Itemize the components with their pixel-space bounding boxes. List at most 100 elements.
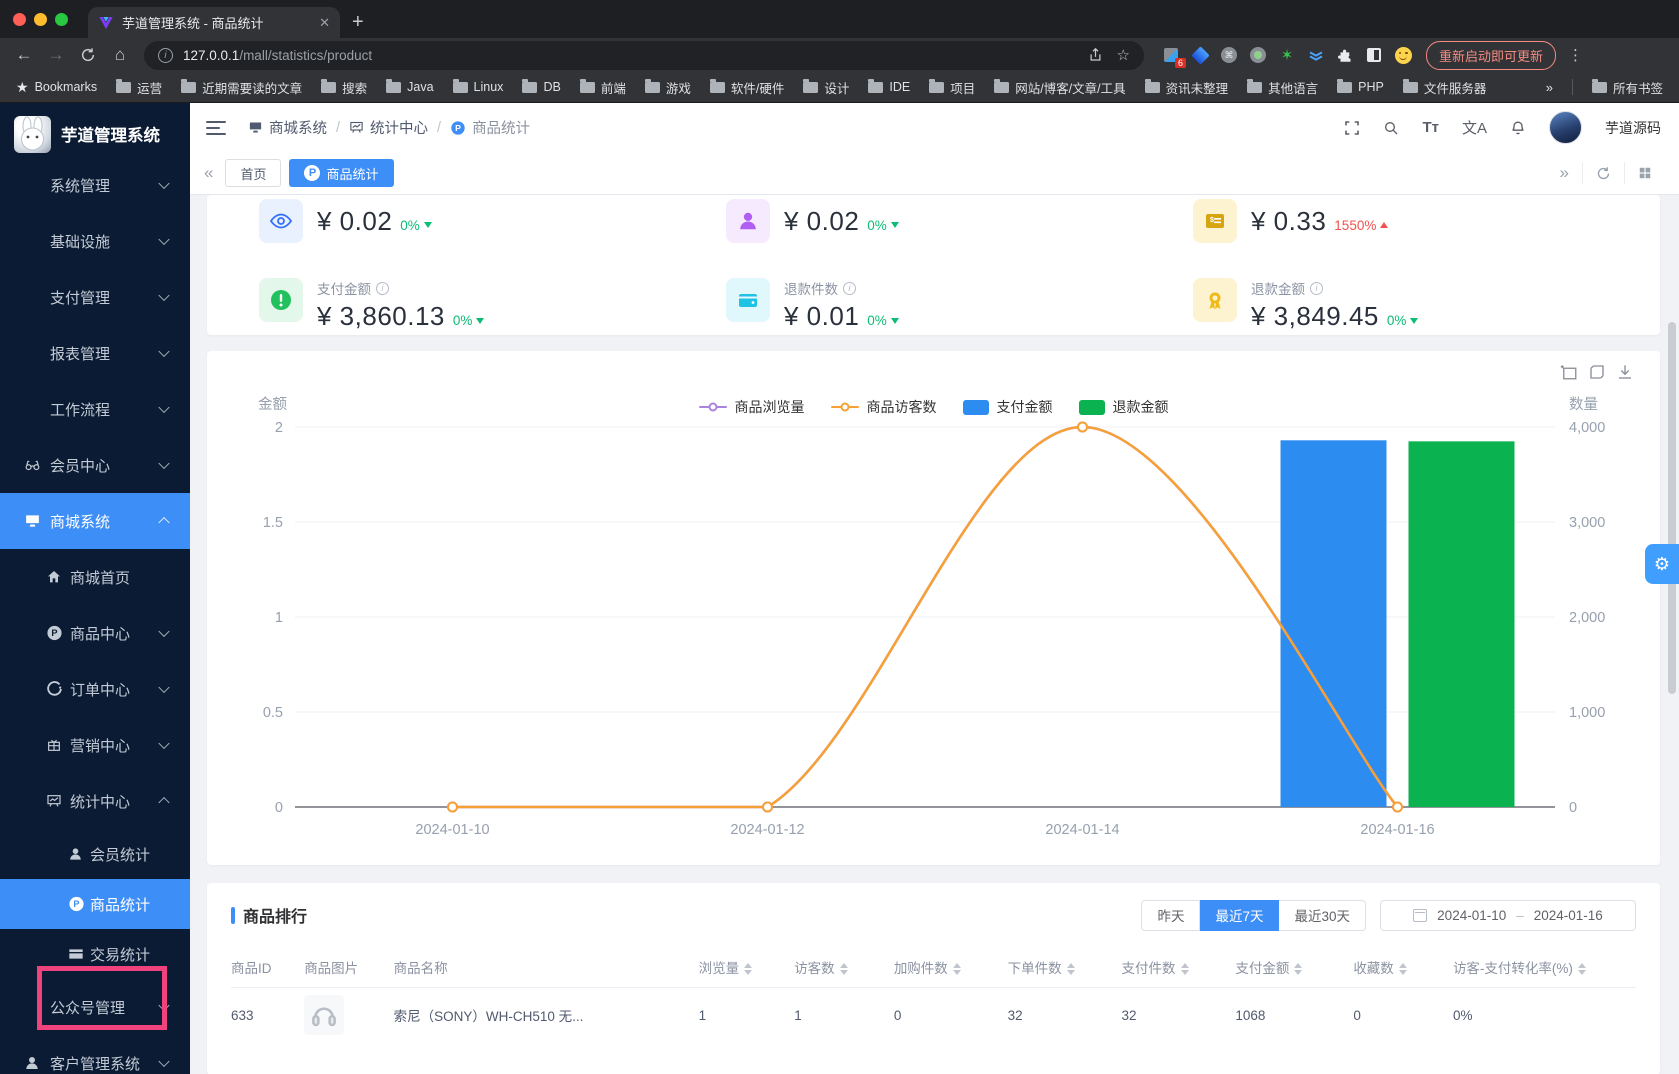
- info-icon[interactable]: i: [1310, 282, 1323, 295]
- view-tab-home[interactable]: 首页: [225, 159, 281, 187]
- bookmark-folder[interactable]: Java: [386, 80, 433, 94]
- stat-change[interactable]: 0%: [1387, 313, 1419, 328]
- sidebar-item-trade-stats[interactable]: 交易统计: [0, 929, 190, 979]
- user-name[interactable]: 芋道源码: [1605, 118, 1661, 138]
- sidebar-item-official-account[interactable]: 公众号管理: [0, 979, 190, 1035]
- zoom-window-button[interactable]: [55, 13, 68, 26]
- sidebar-item-marketing-center[interactable]: 营销中心: [0, 717, 190, 773]
- cell-product-name[interactable]: 索尼（SONY）WH-CH510 无...: [394, 987, 699, 1043]
- search-icon[interactable]: [1383, 120, 1399, 136]
- fullscreen-icon[interactable]: [1344, 120, 1360, 136]
- page-scrollbar-thumb[interactable]: [1668, 322, 1676, 694]
- extension-icon[interactable]: [1249, 46, 1267, 64]
- col-views-sortable[interactable]: 浏览量: [699, 947, 795, 987]
- sidepanel-icon[interactable]: [1365, 46, 1383, 64]
- sidebar-item-product-stats[interactable]: P 商品统计: [0, 879, 190, 929]
- filter-yesterday-button[interactable]: 昨天: [1141, 900, 1200, 931]
- extension-icon[interactable]: [1191, 46, 1209, 64]
- theme-settings-gear-button[interactable]: ⚙: [1645, 544, 1679, 584]
- breadcrumb-statistics-center[interactable]: 统计中心: [349, 117, 428, 138]
- all-bookmarks[interactable]: 所有书签: [1592, 78, 1663, 97]
- collapse-sidebar-icon[interactable]: [206, 121, 226, 135]
- site-info-icon[interactable]: i: [158, 48, 173, 63]
- col-paid-count-sortable[interactable]: 支付件数: [1122, 947, 1236, 987]
- tabs-scroll-left-icon[interactable]: «: [204, 163, 213, 183]
- legend-item[interactable]: 退款金额: [1079, 397, 1169, 417]
- download-icon[interactable]: [1616, 363, 1634, 381]
- bookmark-folder[interactable]: PHP: [1337, 80, 1384, 94]
- col-favorites-sortable[interactable]: 收藏数: [1353, 947, 1453, 987]
- col-conversion-sortable[interactable]: 访客-支付转化率(%): [1453, 947, 1636, 987]
- sidebar-item-statistics-center[interactable]: 统计中心: [0, 773, 190, 829]
- extensions-puzzle-icon[interactable]: [1336, 46, 1354, 64]
- browser-tab[interactable]: 芋道管理系统 - 商品统计 ✕: [88, 7, 340, 38]
- sort-icon[interactable]: [1578, 963, 1586, 975]
- sidebar-item-member-stats[interactable]: 会员统计: [0, 829, 190, 879]
- sidebar-item-infrastructure[interactable]: 基础设施: [0, 213, 190, 269]
- user-avatar[interactable]: [1549, 111, 1582, 144]
- sidebar-item-mall-system[interactable]: 商城系统: [0, 493, 190, 549]
- sidebar-item-order-center[interactable]: 订单中心: [0, 661, 190, 717]
- stat-change[interactable]: 1550%: [1334, 218, 1388, 233]
- language-icon[interactable]: 文A: [1462, 117, 1487, 138]
- stat-change[interactable]: 0%: [453, 313, 485, 328]
- bookmark-folder[interactable]: IDE: [868, 80, 910, 94]
- sort-icon[interactable]: [953, 963, 961, 975]
- sidebar-item-system-mgmt[interactable]: 系统管理: [0, 157, 190, 213]
- new-tab-button[interactable]: +: [352, 8, 364, 36]
- sidebar-item-mall-home[interactable]: 商城首页: [0, 549, 190, 605]
- app-logo[interactable]: 芋道管理系统: [0, 111, 190, 157]
- col-orders-sortable[interactable]: 下单件数: [1008, 947, 1122, 987]
- date-range-picker[interactable]: 2024-01-10 – 2024-01-16: [1380, 900, 1636, 931]
- bookmark-folder[interactable]: Linux: [453, 80, 504, 94]
- sort-icon[interactable]: [1399, 963, 1407, 975]
- legend-item[interactable]: 商品访客数: [831, 397, 937, 417]
- product-image[interactable]: [304, 995, 344, 1035]
- close-window-button[interactable]: [13, 13, 26, 26]
- sort-icon[interactable]: [1294, 963, 1302, 975]
- font-size-icon[interactable]: Tт: [1422, 119, 1439, 136]
- bookmark-folder[interactable]: 资讯未整理: [1145, 78, 1229, 97]
- bookmark-folder[interactable]: 近期需要读的文章: [181, 78, 302, 97]
- bookmark-folder[interactable]: 设计: [803, 78, 849, 97]
- sidebar-item-member-center[interactable]: 会员中心: [0, 437, 190, 493]
- bookmark-folder[interactable]: 网站/博客/文章/工具: [994, 78, 1125, 97]
- window-controls[interactable]: [13, 13, 68, 26]
- sidebar-item-crm[interactable]: 客户管理系统: [0, 1035, 190, 1074]
- table-row[interactable]: 633 索尼（SONY）WH-CH510 无... 1 1 0 32 32 10…: [231, 987, 1636, 1043]
- bookmark-folder[interactable]: 其他语言: [1247, 78, 1318, 97]
- refresh-tab-icon[interactable]: [1582, 162, 1624, 184]
- col-visitors-sortable[interactable]: 访客数: [794, 947, 894, 987]
- chrome-update-button[interactable]: 重新启动即可更新: [1426, 41, 1556, 70]
- home-icon[interactable]: ⌂: [106, 41, 134, 69]
- layout-grid-icon[interactable]: [1624, 162, 1665, 184]
- sort-icon[interactable]: [1067, 963, 1075, 975]
- reload-icon[interactable]: [74, 41, 102, 69]
- bookmark-folder[interactable]: 前端: [580, 78, 626, 97]
- bookmark-folder[interactable]: 软件/硬件: [710, 78, 784, 97]
- bookmark-folder[interactable]: 搜索: [321, 78, 367, 97]
- bookmark-folder[interactable]: DB: [522, 80, 560, 94]
- sidebar-item-workflow[interactable]: 工作流程: [0, 381, 190, 437]
- breadcrumb-mall-system[interactable]: 商城系统: [248, 117, 327, 138]
- tabs-scroll-right-icon[interactable]: »: [1547, 162, 1582, 184]
- bookmark-star-icon[interactable]: ☆: [1117, 46, 1130, 64]
- share-icon[interactable]: [1088, 47, 1103, 63]
- legend-item[interactable]: 支付金额: [963, 397, 1053, 417]
- bookmark-folder[interactable]: 项目: [929, 78, 975, 97]
- info-icon[interactable]: i: [843, 282, 856, 295]
- data-zoom-icon[interactable]: [1560, 363, 1578, 381]
- bookmarks-manager[interactable]: ★Bookmarks: [16, 79, 97, 96]
- sidebar-item-report-mgmt[interactable]: 报表管理: [0, 325, 190, 381]
- extension-icon[interactable]: [1307, 46, 1325, 64]
- browser-menu-icon[interactable]: ⋮: [1568, 46, 1583, 64]
- stat-change[interactable]: 0%: [867, 313, 899, 328]
- minimize-window-button[interactable]: [34, 13, 47, 26]
- profile-avatar[interactable]: [1394, 46, 1412, 64]
- bookmarks-overflow-chevron[interactable]: »: [1546, 80, 1553, 95]
- col-paid-amount-sortable[interactable]: 支付金额: [1235, 947, 1353, 987]
- restore-icon[interactable]: [1588, 363, 1606, 381]
- stat-change[interactable]: 0%: [867, 218, 899, 233]
- stat-change[interactable]: 0%: [400, 218, 432, 233]
- sidebar-item-payment-mgmt[interactable]: 支付管理: [0, 269, 190, 325]
